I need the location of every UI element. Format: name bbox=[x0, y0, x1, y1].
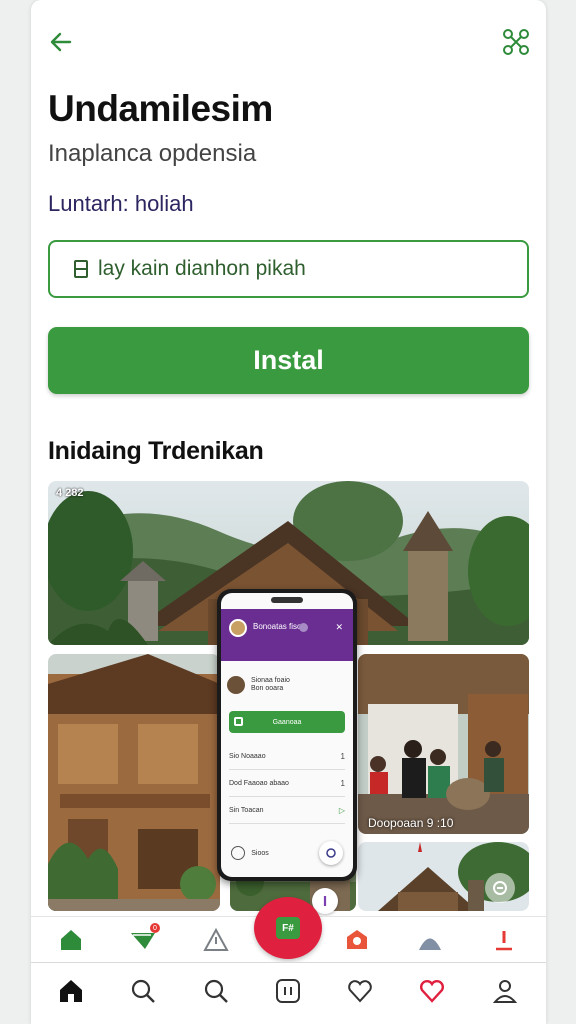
top-bar bbox=[31, 22, 546, 62]
notification-badge: 0 bbox=[150, 923, 160, 933]
phone-cta-button: Gaanoaa bbox=[229, 711, 345, 733]
fab-label: F# bbox=[276, 917, 300, 939]
document-icon bbox=[72, 259, 90, 279]
section-title: Inidaing Trdenikan bbox=[48, 437, 264, 465]
nav-home-icon[interactable] bbox=[55, 975, 87, 1007]
search-input-value: lay kain dianhon pikah bbox=[98, 257, 306, 280]
zoom-icon[interactable] bbox=[485, 873, 515, 903]
list-item-label: Dod Faaoao abaao bbox=[229, 779, 289, 787]
profile-avatar bbox=[227, 676, 245, 694]
back-button[interactable] bbox=[45, 26, 77, 58]
phone-header-title: Bonoatas fiso bbox=[253, 622, 302, 631]
nav-profile-icon[interactable] bbox=[489, 975, 521, 1007]
nav-heart-icon[interactable] bbox=[344, 975, 376, 1007]
photo-caption: Doopoaan 9 :10 bbox=[368, 816, 454, 830]
user-group-icon[interactable] bbox=[415, 925, 445, 955]
list-item: Sio Noaaao 1 bbox=[229, 743, 345, 770]
share-button[interactable] bbox=[500, 26, 532, 58]
warning-icon[interactable] bbox=[201, 925, 231, 955]
share-nodes-icon bbox=[503, 29, 529, 55]
nav-favorites-icon[interactable] bbox=[416, 975, 448, 1007]
app-detail-page: Undamilesim Inaplanca opdensia Luntarh: … bbox=[31, 0, 546, 1024]
photo-status-text: 4 282 bbox=[56, 487, 84, 499]
list-item: Sin Toacan ▷ bbox=[229, 797, 345, 824]
phone-bottom-bar: Sioos bbox=[221, 839, 353, 867]
leaf-icon[interactable]: 0 bbox=[128, 923, 160, 955]
phone-profile: Sionaa foaio Bon ooara bbox=[227, 671, 347, 699]
arrow-left-icon bbox=[50, 32, 72, 52]
lock-icon bbox=[231, 846, 245, 860]
center-action-button[interactable]: F# bbox=[254, 897, 322, 959]
phone-bottom-label: Sioos bbox=[251, 849, 269, 857]
gallery-photo-roof[interactable] bbox=[358, 842, 529, 911]
app-title: Undamilesim bbox=[48, 88, 273, 129]
phone-screen: Bonoatas fiso ✕ Sionaa foaio Bon ooara G… bbox=[221, 593, 353, 877]
shield-icon[interactable] bbox=[342, 925, 372, 955]
phone-mockup: Bonoatas fiso ✕ Sionaa foaio Bon ooara G… bbox=[217, 589, 357, 881]
phone-profile-name: Sionaa foaio bbox=[251, 676, 290, 684]
list-item-value: 1 bbox=[340, 778, 345, 788]
list-item-label: Sin Toacan bbox=[229, 806, 264, 814]
pin-icon[interactable] bbox=[489, 925, 519, 955]
gallery-photo-house[interactable] bbox=[48, 654, 220, 911]
villagers-image bbox=[358, 654, 529, 834]
app-subtitle: Inaplanca opdensia bbox=[48, 140, 257, 167]
list-item-value: 1 bbox=[340, 751, 345, 761]
search-input[interactable]: lay kain dianhon pikah bbox=[48, 240, 529, 298]
gallery-photo-people[interactable]: Doopoaan 9 :10 bbox=[358, 654, 529, 834]
phone-header: Bonoatas fiso ✕ bbox=[221, 609, 353, 661]
bottom-nav bbox=[31, 962, 546, 1024]
avatar bbox=[229, 619, 247, 637]
install-button[interactable]: Instal bbox=[48, 327, 529, 394]
checkbox-icon bbox=[234, 717, 243, 726]
wooden-house-image bbox=[48, 654, 220, 911]
phone-list: Sio Noaaao 1 Dod Faaoao abaao 1 Sin Toac… bbox=[229, 743, 345, 824]
nav-apps-icon[interactable] bbox=[272, 975, 304, 1007]
phone-profile-line: Bon ooara bbox=[251, 685, 284, 692]
phone-cta-label: Gaanoaa bbox=[272, 718, 302, 726]
list-item-label: Sio Noaaao bbox=[229, 752, 266, 760]
app-meta: Luntarh: holiah bbox=[48, 191, 194, 216]
nav-explore-icon[interactable] bbox=[200, 975, 232, 1007]
settings-icon: ✕ bbox=[335, 622, 343, 632]
phone-notch bbox=[271, 597, 303, 603]
nav-search-icon[interactable] bbox=[127, 975, 159, 1007]
home-icon[interactable] bbox=[56, 925, 86, 955]
status-dot-icon bbox=[299, 623, 308, 632]
list-item: Dod Faaoao abaao 1 bbox=[229, 770, 345, 797]
chat-icon bbox=[318, 841, 343, 865]
play-icon: ▷ bbox=[338, 805, 345, 815]
